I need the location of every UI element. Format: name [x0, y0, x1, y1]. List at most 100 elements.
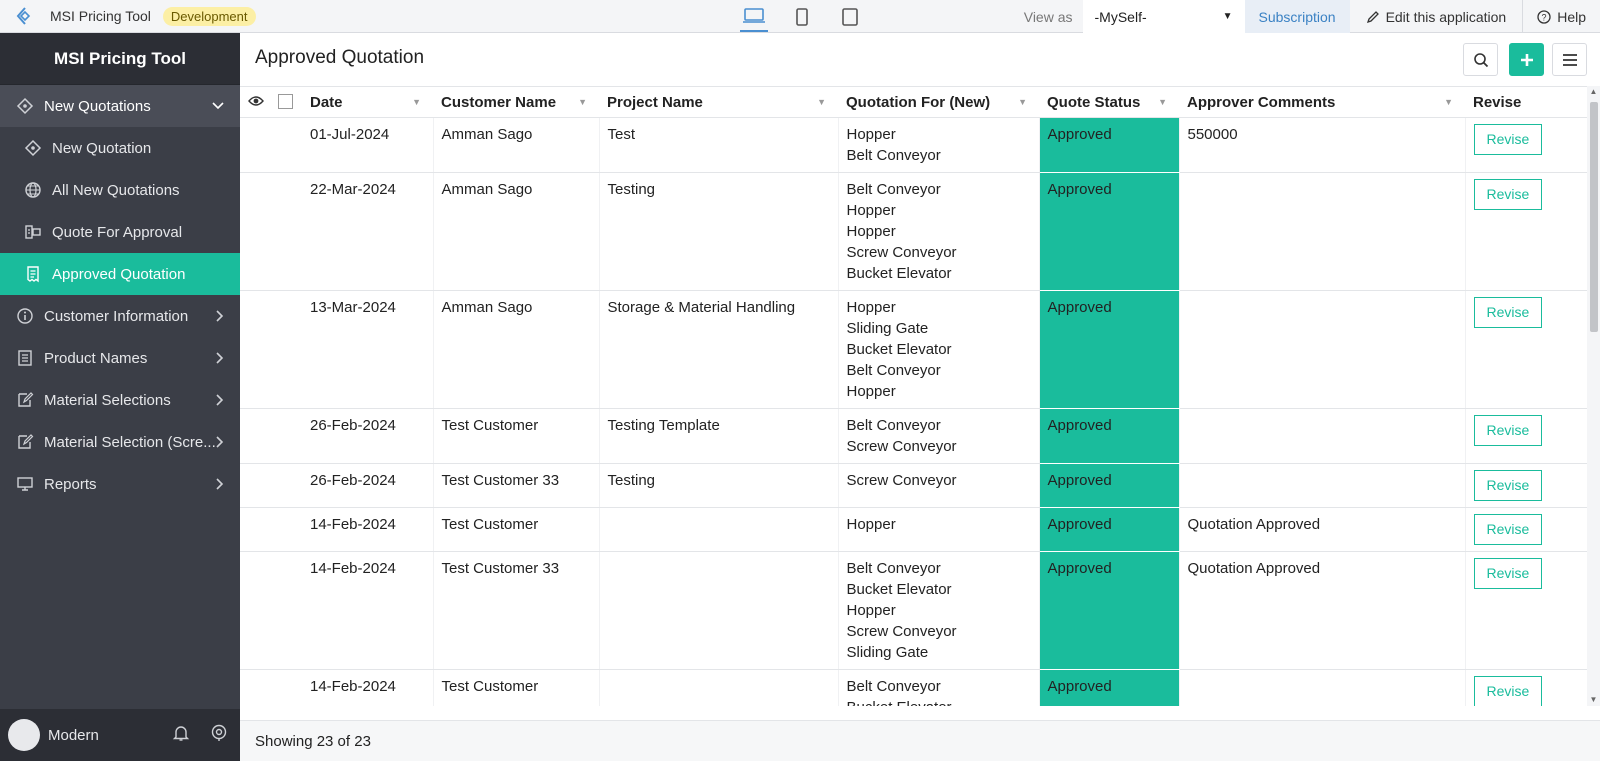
revise-button[interactable]: Revise [1473, 179, 1543, 210]
cell-approver-comments [1179, 463, 1466, 508]
pencil-icon [1366, 10, 1379, 23]
edit-application-button[interactable]: Edit this application [1350, 0, 1524, 33]
cell-date: 14-Feb-2024 [302, 669, 434, 706]
chevron-right-icon [216, 310, 224, 322]
revise-button[interactable]: Revise [1473, 124, 1543, 155]
cell-quote-status: Approved [1039, 408, 1180, 464]
cell-customer-name: Test Customer [433, 408, 600, 464]
table-row[interactable]: 22-Mar-2024 Amman Sago Testing Belt Conveyo… [240, 172, 1587, 291]
row-select-cell[interactable] [270, 290, 302, 409]
quotation-item: Screw Conveyor [846, 244, 957, 261]
view-as-label: View as [1023, 8, 1073, 25]
sidebar-item-product-names[interactable]: Product Names [0, 337, 240, 379]
column-header-approver-comments[interactable]: Approver Comments ▼ [1179, 86, 1465, 118]
mobile-view-icon[interactable] [788, 1, 816, 32]
revise-button[interactable]: Revise [1473, 415, 1543, 446]
sort-caret-icon[interactable]: ▼ [1158, 97, 1167, 107]
row-select-cell[interactable] [270, 117, 302, 173]
cell-approver-comments [1179, 408, 1466, 464]
sort-caret-icon[interactable]: ▼ [1444, 97, 1453, 107]
row-select-cell[interactable] [270, 172, 302, 291]
cell-quotation-for: Belt Conveyor Hopper Hopper Screw Conveyor B… [838, 172, 1040, 291]
help-button[interactable]: ? Help [1523, 0, 1600, 33]
sidebar-item-material-selections[interactable]: Material Selections [0, 379, 240, 421]
table-row[interactable]: 14-Feb-2024Test Customer Belt Conveyor Buc… [240, 669, 1587, 706]
row-select-cell[interactable] [270, 551, 302, 670]
list-icon [16, 349, 34, 367]
row-select-cell[interactable] [270, 507, 302, 552]
app-home-icon[interactable] [0, 0, 50, 33]
bell-icon[interactable] [172, 724, 190, 747]
location-settings-icon[interactable] [210, 724, 228, 747]
cell-project-name: Test [599, 117, 839, 173]
column-header-date[interactable]: Date ▼ [302, 86, 433, 118]
table-row[interactable]: 26-Feb-2024 Test Customer 33 Testing Screw … [240, 463, 1587, 508]
search-button[interactable] [1463, 43, 1498, 76]
column-header-quotation-for[interactable]: Quotation For (New) ▼ [838, 86, 1039, 118]
environment-badge: Development [162, 6, 256, 26]
sidebar-item-label: Quote For Approval [52, 223, 183, 241]
sidebar-item-approved-quotation[interactable]: Approved Quotation [0, 253, 240, 295]
scroll-up-arrow-icon[interactable]: ▲ [1587, 86, 1600, 98]
device-preview-switcher [740, 0, 864, 33]
column-visibility-toggle[interactable] [240, 86, 270, 118]
sidebar-group-new-quotations[interactable]: New Quotations [0, 85, 240, 127]
sidebar-item-label: Product Names [44, 349, 148, 367]
quotation-item: Hopper [846, 202, 896, 219]
main-content: Approved Quotation Date ▼ Customer Name ▼ … [240, 33, 1600, 761]
cell-revise: Revise [1465, 463, 1587, 508]
view-as-select[interactable]: -MySelf- ▼ [1082, 0, 1245, 33]
sidebar-item-quote-for-approval[interactable]: Quote For Approval [0, 211, 240, 253]
quotation-item: Belt Conveyor [846, 678, 941, 695]
table-row[interactable]: 13-Mar-2024 Amman Sago Storage & Material … [240, 290, 1587, 409]
quotation-item: Bucket Elevator [846, 265, 952, 282]
cell-quotation-for: Hopper Belt Conveyor [838, 117, 1040, 173]
add-record-button[interactable] [1509, 43, 1544, 76]
row-spacer-cell [240, 290, 270, 409]
sort-caret-icon[interactable]: ▼ [578, 97, 587, 107]
select-all-checkbox[interactable] [270, 86, 302, 118]
sort-caret-icon[interactable]: ▼ [412, 97, 421, 107]
laptop-view-icon[interactable] [740, 1, 768, 32]
revise-button[interactable]: Revise [1473, 470, 1543, 501]
sort-caret-icon[interactable]: ▼ [1018, 97, 1027, 107]
subscription-link[interactable]: Subscription [1244, 0, 1350, 33]
table-row[interactable]: 14-Feb-2024 Test Customer 33 Belt Conveyor… [240, 551, 1587, 670]
sidebar-item-reports[interactable]: Reports [0, 463, 240, 505]
row-select-cell[interactable] [270, 669, 302, 706]
menu-button[interactable] [1552, 43, 1587, 76]
column-header-project-name[interactable]: Project Name ▼ [599, 86, 838, 118]
column-header-customer-name[interactable]: Customer Name ▼ [433, 86, 599, 118]
quotation-item: Hopper [846, 223, 896, 240]
row-select-cell[interactable] [270, 463, 302, 508]
table-row[interactable]: 01-Jul-2024 Amman Sago Test Hopper Belt Conv… [240, 117, 1587, 173]
column-header-quote-status[interactable]: Quote Status ▼ [1039, 86, 1179, 118]
globe-icon [24, 181, 42, 199]
sidebar-item-customer-information[interactable]: Customer Information [0, 295, 240, 337]
revise-button[interactable]: Revise [1473, 558, 1543, 589]
approved-quotation-table: Date ▼ Customer Name ▼ Project Name ▼ Quota… [240, 86, 1587, 706]
sidebar-item-new-quotation[interactable]: New Quotation [0, 127, 240, 169]
row-select-cell[interactable] [270, 408, 302, 464]
column-header-label: Approver Comments [1187, 93, 1336, 111]
revise-button[interactable]: Revise [1473, 297, 1543, 328]
sidebar-title: MSI Pricing Tool [0, 33, 240, 85]
scroll-down-arrow-icon[interactable]: ▼ [1587, 694, 1600, 706]
cell-revise: Revise [1465, 507, 1587, 552]
avatar[interactable] [8, 719, 40, 751]
tablet-view-icon[interactable] [836, 1, 864, 32]
column-header-label: Quote Status [1047, 93, 1141, 111]
sidebar-item-all-new-quotations[interactable]: All New Quotations [0, 169, 240, 211]
sort-caret-icon[interactable]: ▼ [817, 97, 826, 107]
help-label: Help [1557, 8, 1586, 25]
table-row[interactable]: 14-Feb-2024 Test Customer Hopper Approved Qu… [240, 507, 1587, 552]
record-count: Showing 23 of 23 [255, 732, 371, 750]
table-row[interactable]: 26-Feb-2024 Test Customer Testing Template… [240, 408, 1587, 464]
record-count-footer: Showing 23 of 23 [240, 720, 1600, 761]
sidebar-item-material-selection-screw[interactable]: Material Selection (Scre... [0, 421, 240, 463]
scrollbar-thumb[interactable] [1590, 102, 1598, 332]
revise-button[interactable]: Revise [1473, 676, 1543, 706]
cell-quotation-for: Hopper Sliding Gate Bucket Elevator Belt Co… [838, 290, 1040, 409]
vertical-scrollbar[interactable]: ▲ ▼ [1587, 86, 1600, 706]
revise-button[interactable]: Revise [1473, 514, 1543, 545]
